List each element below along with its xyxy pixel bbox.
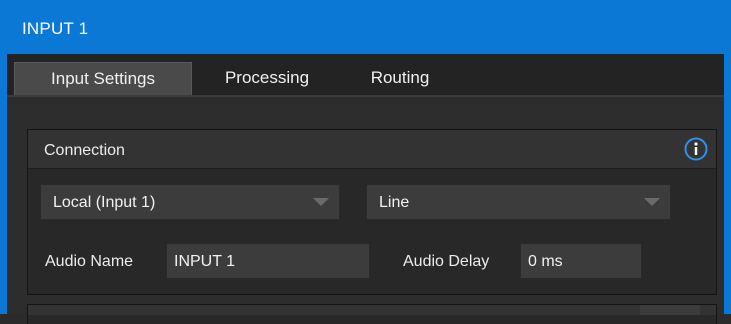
settings-panel: Input Settings Processing Routing Connec… [7, 54, 724, 324]
audio-delay-field[interactable]: 0 ms [520, 243, 642, 279]
audio-name-label: Audio Name [45, 253, 134, 270]
audio-delay-label: Audio Delay [403, 253, 490, 270]
title-bar: INPUT 1 [7, 0, 724, 54]
tab-bar: Input Settings Processing Routing [7, 54, 724, 97]
tab-processing[interactable]: Processing [197, 62, 337, 95]
level-dropdown[interactable]: Line [366, 184, 671, 220]
info-icon[interactable] [684, 137, 708, 161]
chevron-down-icon [644, 198, 660, 206]
tab-input-settings[interactable]: Input Settings [14, 62, 192, 95]
window-title: INPUT 1 [22, 19, 89, 38]
source-dropdown-value: Local (Input 1) [53, 194, 156, 211]
next-section [27, 304, 717, 324]
connection-header: Connection [28, 130, 716, 169]
level-dropdown-value: Line [379, 194, 410, 211]
source-dropdown[interactable]: Local (Input 1) [40, 184, 340, 220]
audio-delay-value: 0 ms [528, 253, 563, 270]
audio-name-value: INPUT 1 [174, 253, 236, 270]
input-config-window: INPUT 1 Input Settings Processing Routin… [0, 0, 731, 324]
chevron-down-icon [313, 198, 329, 206]
tab-routing[interactable]: Routing [345, 62, 455, 95]
audio-name-field[interactable]: INPUT 1 [166, 243, 370, 279]
connection-section: Connection Local (Input 1) Line Audio Na… [27, 129, 717, 295]
connection-title: Connection [44, 142, 125, 159]
